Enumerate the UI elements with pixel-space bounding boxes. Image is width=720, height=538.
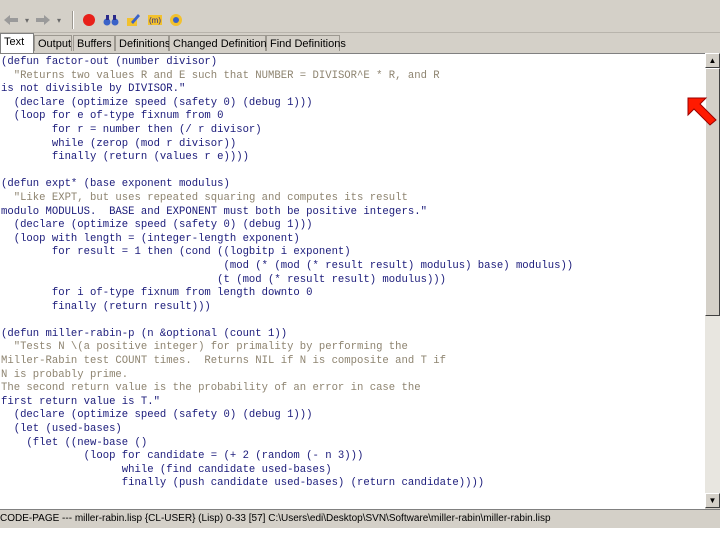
tab-text[interactable]: Text bbox=[0, 33, 34, 53]
tab-output[interactable]: Output bbox=[34, 35, 72, 51]
back-dropdown-button[interactable]: ▾ bbox=[22, 11, 32, 29]
status-bar: CODE-PAGE --- miller-rabin.lisp {CL-USER… bbox=[0, 509, 720, 528]
code-line[interactable]: (defun miller-rabin-p (n &optional (coun… bbox=[1, 328, 705, 342]
stop-icon bbox=[83, 14, 95, 26]
forward-dropdown-button[interactable]: ▾ bbox=[54, 11, 64, 29]
code-text[interactable]: (defun factor-out (number divisor) "Retu… bbox=[0, 54, 705, 491]
red-arrow-cursor-icon bbox=[687, 97, 717, 126]
code-line[interactable]: (flet ((new-base () bbox=[1, 437, 705, 451]
code-line[interactable]: for result = 1 then (cond ((logbitp i ex… bbox=[1, 246, 705, 260]
code-line[interactable]: (declare (optimize speed (safety 0) (deb… bbox=[1, 97, 705, 111]
code-line[interactable]: first return value is T." bbox=[1, 396, 705, 410]
status-text: CODE-PAGE --- miller-rabin.lisp {CL-USER… bbox=[0, 513, 551, 524]
back-button[interactable] bbox=[2, 11, 20, 29]
tab-changed-definitions[interactable]: Changed Definitions bbox=[169, 35, 272, 51]
code-line[interactable]: (loop for e of-type fixnum from 0 bbox=[1, 110, 705, 124]
gear-icon bbox=[170, 14, 182, 26]
refresh-button[interactable] bbox=[101, 11, 121, 29]
code-line[interactable] bbox=[1, 165, 705, 179]
code-line[interactable]: (defun expt* (base exponent modulus) bbox=[1, 178, 705, 192]
debug-button[interactable] bbox=[166, 11, 186, 29]
forward-button[interactable] bbox=[34, 11, 52, 29]
code-line[interactable]: for i of-type fixnum from length downto … bbox=[1, 287, 705, 301]
code-line[interactable]: (mod (* (mod (* result result) modulus) … bbox=[1, 260, 705, 274]
code-line[interactable]: finally (push candidate used-bases) (ret… bbox=[1, 477, 705, 491]
code-line[interactable]: "Like EXPT, but uses repeated squaring a… bbox=[1, 192, 705, 206]
back-arrow-icon bbox=[4, 15, 18, 25]
code-line[interactable]: while (find candidate used-bases) bbox=[1, 464, 705, 478]
code-line[interactable]: (t (mod (* result result) modulus))) bbox=[1, 274, 705, 288]
code-line[interactable]: (declare (optimize speed (safety 0) (deb… bbox=[1, 409, 705, 423]
code-line[interactable]: N is probably prime. bbox=[1, 369, 705, 383]
scroll-down-button[interactable]: ▼ bbox=[705, 493, 720, 508]
code-line[interactable]: "Tests N \(a positive integer) for prima… bbox=[1, 341, 705, 355]
code-line[interactable]: finally (return (values r e)))) bbox=[1, 151, 705, 165]
tab-find-definitions[interactable]: Find Definitions bbox=[266, 35, 346, 51]
code-line[interactable]: is not divisible by DIVISOR." bbox=[1, 83, 705, 97]
tab-bar: Text Output Buffers Definitions Changed … bbox=[0, 33, 720, 53]
toolbar: ▾ ▾ (m) bbox=[0, 8, 720, 33]
pencil-icon bbox=[127, 14, 140, 26]
find-symbol-button[interactable]: (m) bbox=[145, 11, 165, 29]
forward-arrow-icon bbox=[36, 15, 50, 25]
code-line[interactable]: finally (return result))) bbox=[1, 301, 705, 315]
code-line[interactable]: (declare (optimize speed (safety 0) (deb… bbox=[1, 219, 705, 233]
code-line[interactable]: "Returns two values R and E such that NU… bbox=[1, 70, 705, 84]
tab-buffers[interactable]: Buffers bbox=[73, 35, 115, 51]
svg-text:(m): (m) bbox=[149, 16, 161, 25]
code-line[interactable]: for r = number then (/ r divisor) bbox=[1, 124, 705, 138]
minibuffer[interactable] bbox=[0, 528, 720, 538]
code-line[interactable]: while (zerop (mod r divisor)) bbox=[1, 138, 705, 152]
code-line[interactable]: (defun factor-out (number divisor) bbox=[1, 56, 705, 70]
tab-definitions[interactable]: Definitions bbox=[115, 35, 170, 51]
binoculars-icon bbox=[103, 15, 119, 26]
symbol-icon: (m) bbox=[148, 15, 162, 25]
stop-button[interactable] bbox=[80, 11, 98, 29]
edit-button[interactable] bbox=[123, 11, 143, 29]
scroll-up-button[interactable]: ▲ bbox=[705, 53, 720, 68]
code-editor[interactable]: (defun factor-out (number divisor) "Retu… bbox=[0, 53, 705, 509]
code-line[interactable]: (loop for candidate = (+ 2 (random (- n … bbox=[1, 450, 705, 464]
code-line[interactable]: (let (used-bases) bbox=[1, 423, 705, 437]
code-line[interactable] bbox=[1, 314, 705, 328]
code-line[interactable]: Miller-Rabin test COUNT times. Returns N… bbox=[1, 355, 705, 369]
code-line[interactable]: (loop with length = (integer-length expo… bbox=[1, 233, 705, 247]
toolbar-separator bbox=[72, 11, 74, 29]
code-line[interactable]: modulo MODULUS. BASE and EXPONENT must b… bbox=[1, 206, 705, 220]
code-line[interactable]: The second return value is the probabili… bbox=[1, 382, 705, 396]
